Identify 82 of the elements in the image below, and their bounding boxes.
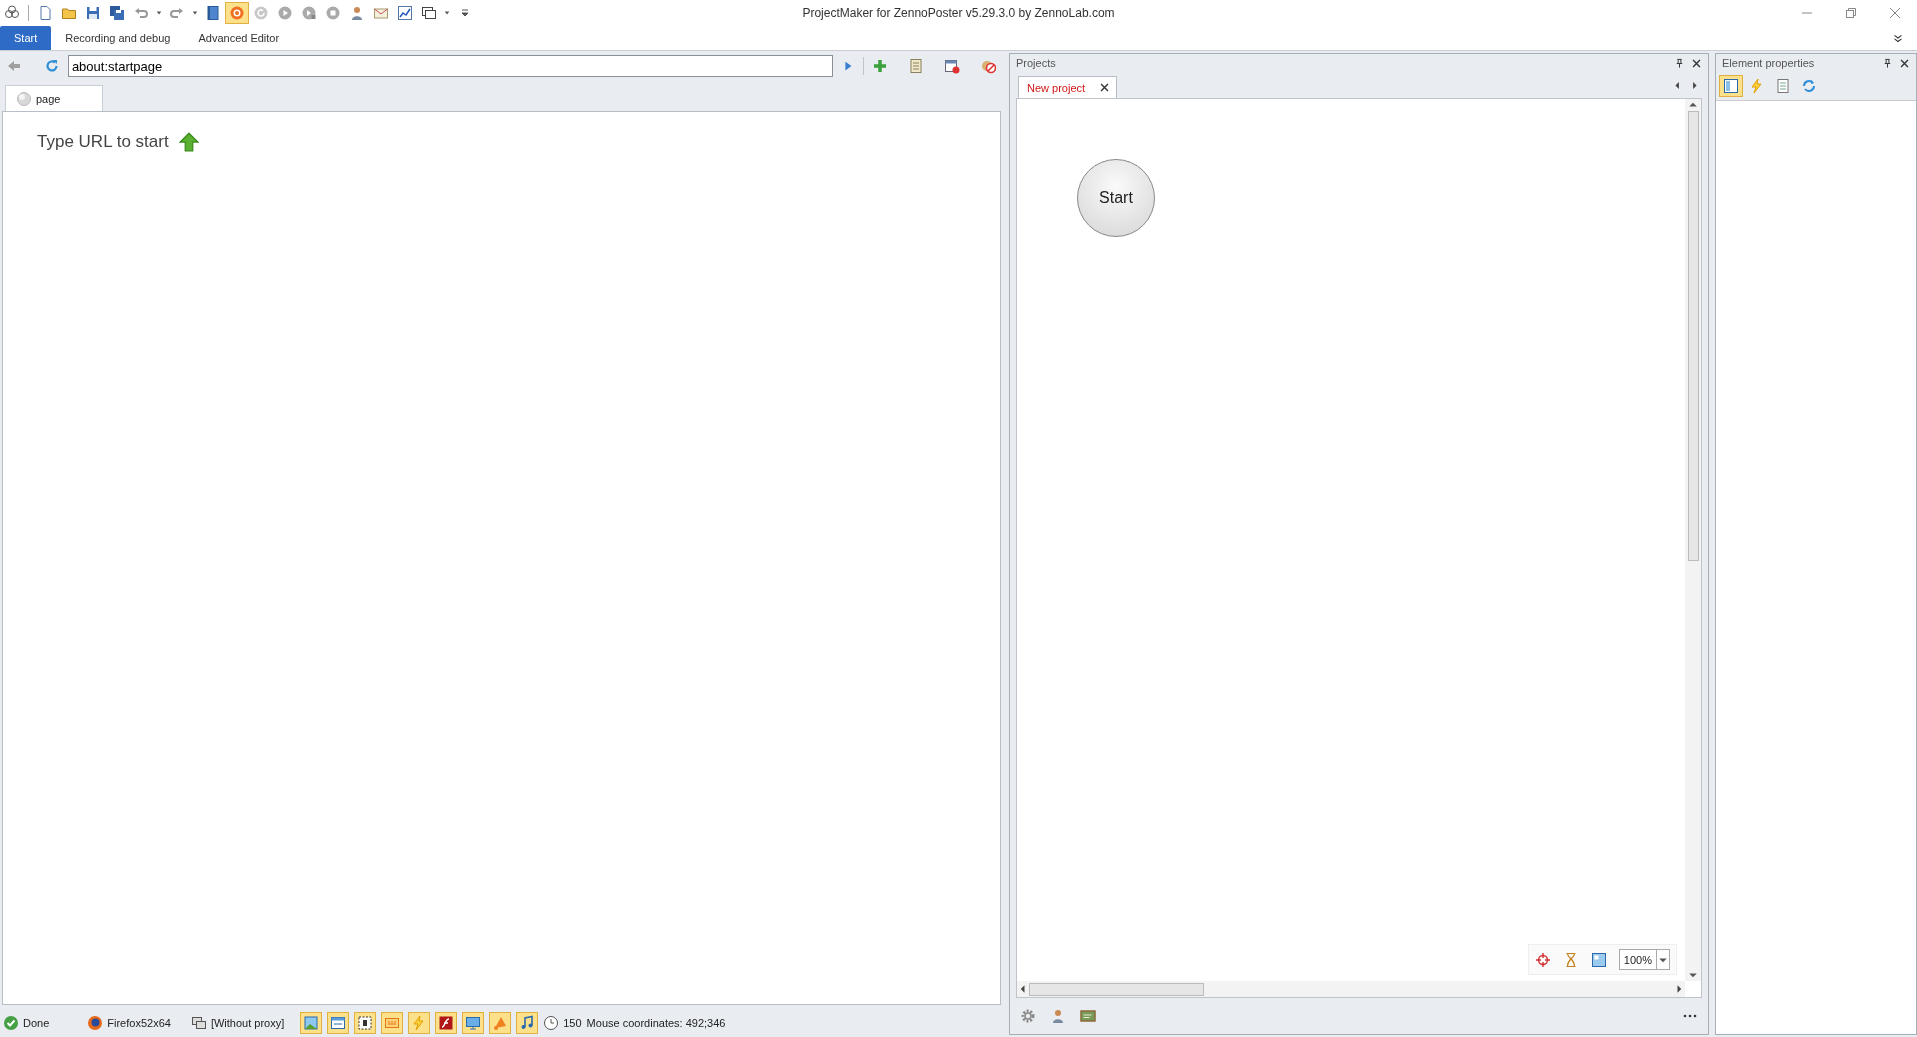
thread-count: 150 <box>563 1017 582 1029</box>
status-toggle[interactable] <box>462 1012 485 1034</box>
vertical-scrollbar[interactable] <box>1685 99 1701 981</box>
up-arrow-icon <box>178 132 199 152</box>
play-icon <box>277 5 293 21</box>
pin-button[interactable] <box>1882 57 1893 69</box>
horizontal-scrollbar[interactable] <box>1017 981 1685 997</box>
settings-button[interactable] <box>1020 1008 1036 1024</box>
list-icon <box>1775 78 1791 94</box>
proxy-icon <box>190 1015 207 1031</box>
pin-button[interactable] <box>1674 57 1685 69</box>
frame-icon <box>357 1015 374 1031</box>
list-button[interactable] <box>908 58 925 74</box>
undo-icon <box>133 5 149 21</box>
folder-icon <box>61 5 77 21</box>
windows-icon <box>421 5 437 21</box>
ribbon-tab[interactable]: Start <box>0 26 52 50</box>
envelope-icon <box>373 5 389 21</box>
window-title: ProjectMaker for ZennoPoster v5.29.3.0 by ZennoLab.com <box>802 6 1115 20</box>
record-icon <box>229 5 245 21</box>
close-panel-button[interactable] <box>1899 57 1910 69</box>
image-icon <box>303 1015 320 1031</box>
window-icon <box>330 1015 347 1031</box>
person-icon <box>349 5 365 21</box>
music-icon <box>519 1015 536 1031</box>
stop-icon <box>325 5 341 21</box>
refresh-button[interactable] <box>43 58 60 74</box>
ribbon-tab[interactable]: Recording and debug <box>51 26 185 50</box>
lightning-icon <box>1749 78 1765 94</box>
close-tab-icon[interactable] <box>1099 82 1111 93</box>
board-button[interactable] <box>1080 1008 1096 1024</box>
restore-button[interactable] <box>1843 5 1859 21</box>
crosshair-button[interactable] <box>1534 951 1551 968</box>
chart-icon <box>397 5 413 21</box>
calendar-button[interactable] <box>944 58 961 74</box>
flash-icon <box>438 1015 455 1031</box>
start-node[interactable]: Start <box>1077 159 1155 237</box>
redo-icon <box>169 5 185 21</box>
sync-icon <box>1801 78 1817 94</box>
reload-icon <box>253 5 269 21</box>
close-button[interactable] <box>1887 5 1903 21</box>
globe-icon <box>16 90 32 107</box>
status-toggle[interactable] <box>435 1012 458 1034</box>
panel-title: Projects <box>1016 57 1056 69</box>
book-icon <box>205 5 221 21</box>
status-toggle[interactable] <box>300 1012 323 1034</box>
status-toggle[interactable] <box>489 1012 512 1034</box>
status-toggle[interactable] <box>408 1012 431 1034</box>
project-tab[interactable]: New project <box>1018 76 1118 98</box>
done-icon <box>3 1015 19 1031</box>
browser-tab[interactable]: page <box>5 85 104 111</box>
clear-button[interactable] <box>980 58 996 74</box>
proxy-status: [Without proxy] <box>210 1017 285 1029</box>
panel-title: Element properties <box>1722 57 1815 69</box>
window-button[interactable] <box>1590 951 1607 968</box>
step-icon <box>301 5 317 21</box>
browser-version: Firefox52x64 <box>107 1017 171 1029</box>
browser-icon <box>87 1015 104 1031</box>
ribbon-tab[interactable]: Advanced Editor <box>184 26 294 50</box>
zoom-dropdown[interactable]: 100% <box>1618 949 1670 970</box>
save-icon <box>85 5 101 21</box>
new-file-icon <box>37 5 53 21</box>
property-view-button[interactable] <box>1719 75 1743 97</box>
start-hint: Type URL to start <box>37 132 169 152</box>
layout-icon <box>1723 78 1739 94</box>
back-button[interactable] <box>6 58 22 74</box>
status-toggle[interactable] <box>327 1012 350 1034</box>
monitor-icon <box>465 1015 482 1031</box>
mouse-coordinates: Mouse coordinates: 492;346 <box>586 1017 726 1029</box>
address-field[interactable]: about:startpage <box>67 55 834 77</box>
horn-icon <box>492 1015 509 1031</box>
status-text: Done <box>23 1017 50 1029</box>
add-button[interactable] <box>872 58 889 74</box>
save-all-icon <box>109 5 125 21</box>
clock-icon <box>543 1015 560 1031</box>
close-panel-button[interactable] <box>1691 57 1702 69</box>
app-logo-icon <box>4 5 20 21</box>
person-button[interactable] <box>1050 1008 1066 1024</box>
css-icon <box>384 1015 401 1031</box>
status-toggle[interactable] <box>516 1012 539 1034</box>
status-toggle[interactable] <box>354 1012 377 1034</box>
status-toggle[interactable] <box>381 1012 404 1034</box>
